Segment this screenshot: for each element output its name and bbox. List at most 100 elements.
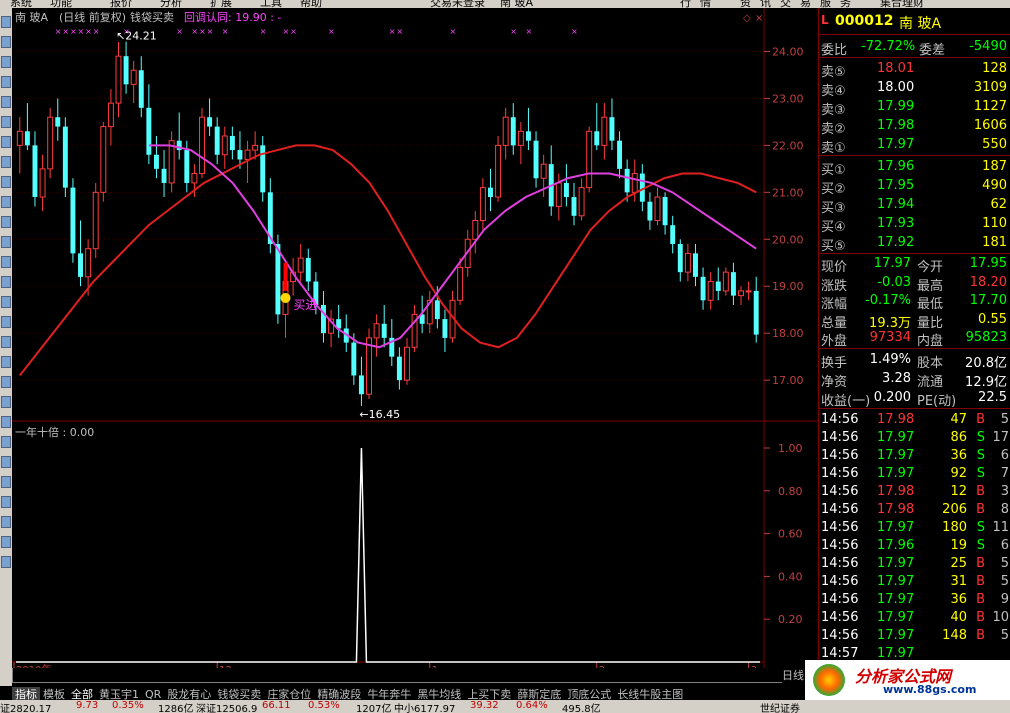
toolbar-icon[interactable] (1, 396, 11, 408)
weicha-label: 委差 (919, 43, 946, 58)
toolbar-icon[interactable] (1, 556, 11, 568)
menu-item[interactable]: 报价 (110, 0, 132, 8)
menu-item[interactable]: 易 (800, 0, 811, 8)
chart-area[interactable]: 南 玻A (日线 前复权) 钱袋买卖 回调认同: 19.90 : - ◇ × 一… (12, 8, 939, 676)
candle-body (722, 271, 729, 292)
stat-label: 外盘 (821, 334, 848, 349)
toolbar-icon[interactable] (1, 176, 11, 188)
tick-time: 14:56 (821, 574, 859, 589)
candle-body (161, 168, 167, 183)
toolbar-icon[interactable] (1, 376, 11, 388)
toolbar-icon[interactable] (1, 96, 11, 108)
toolbar-icon[interactable] (1, 136, 11, 148)
chart-confirm-label: 回调认同: 19.90 : - (184, 11, 281, 24)
tick-count: 3 (1000, 484, 1009, 499)
menu-item[interactable]: 交 (780, 0, 791, 8)
marker-x: × (260, 27, 267, 36)
tick-direction: B (976, 502, 985, 517)
candle-body (700, 276, 706, 301)
toolbar-icon[interactable] (1, 476, 11, 488)
toolbar-icon[interactable] (1, 496, 11, 508)
close-icon[interactable]: × (755, 13, 763, 24)
tick-price: 17.97 (877, 430, 915, 445)
menu-item[interactable]: 交易未登录 (430, 0, 485, 8)
toolbar-icon[interactable] (1, 76, 11, 88)
ask-row: 卖④ 18.00 3109 (819, 79, 1010, 99)
bid-price: 17.94 (877, 197, 915, 212)
marker-x: × (78, 27, 85, 36)
toolbar-icon[interactable] (1, 16, 11, 28)
candle-body (214, 126, 220, 155)
menu-item[interactable]: 务 (840, 0, 851, 8)
tick-price: 17.97 (877, 466, 915, 481)
marker-x: × (450, 27, 457, 36)
candle-body (457, 266, 464, 301)
candle-body (305, 258, 311, 282)
toolbar-icon[interactable] (1, 116, 11, 128)
menu-item[interactable]: 服 (820, 0, 831, 8)
marker-x: × (571, 27, 578, 36)
bid-volume: 490 (982, 178, 1007, 193)
tick-row: 14:56 17.97 31 B 5 (819, 573, 1010, 591)
menu-bar: 系统 功能 报价 分析 扩展 工具 帮助 交易未登录 南 玻A 行 情 资 讯 交 易 服 务 集合理财 (0, 0, 1010, 8)
tick-direction: B (976, 574, 985, 589)
candle-body (404, 346, 410, 381)
candle-body (540, 163, 547, 179)
toolbar-icon[interactable] (1, 236, 11, 248)
tick-price: 17.97 (877, 628, 915, 643)
toolbar-icon[interactable] (1, 56, 11, 68)
menu-item[interactable]: 功能 (50, 0, 72, 8)
menu-item[interactable]: 集合理财 (880, 0, 924, 8)
diamond-icon[interactable]: ◇ (743, 13, 751, 24)
toolbar-icon[interactable] (1, 296, 11, 308)
status-item: 0.35% (112, 700, 144, 711)
toolbar-icon[interactable] (1, 516, 11, 528)
candle-body (115, 55, 122, 104)
buy-label: 买进 (294, 298, 318, 312)
toolbar-icon[interactable] (1, 276, 11, 288)
candle-body (617, 140, 623, 169)
toolbar-icon[interactable] (1, 156, 11, 168)
stat-value: 20.8亿 (965, 356, 1007, 371)
candle-body (229, 135, 235, 151)
toolbar-icon[interactable] (1, 356, 11, 368)
menu-item[interactable]: 情 (700, 0, 711, 8)
time-tick-label: 1 (432, 665, 438, 668)
menu-item[interactable]: 系统 (10, 0, 32, 8)
menu-item[interactable]: 行 (680, 0, 691, 8)
toolbar-icon[interactable] (1, 196, 11, 208)
candle-body (275, 243, 281, 315)
money-bag-icon (280, 292, 291, 303)
menu-item[interactable]: 帮助 (300, 0, 322, 8)
toolbar-icon[interactable] (1, 416, 11, 428)
toolbar-icon[interactable] (1, 216, 11, 228)
ask-row: 卖② 17.98 1606 (819, 117, 1010, 137)
menu-item[interactable]: 扩展 (210, 0, 232, 8)
toolbar-icon[interactable] (1, 36, 11, 48)
bid-price: 17.93 (877, 216, 915, 231)
menu-item[interactable]: 工具 (260, 0, 282, 8)
weibi-label: 委比 (821, 43, 848, 58)
toolbar-icon[interactable] (1, 536, 11, 548)
candle-body (16, 130, 23, 146)
toolbar-icon[interactable] (1, 316, 11, 328)
toolbar-icon[interactable] (1, 336, 11, 348)
tick-count: 5 (1000, 574, 1009, 589)
kline-chart[interactable]: 南 玻A (日线 前复权) 钱袋买卖 回调认同: 19.90 : - ◇ × 一… (12, 8, 939, 676)
tick-row: 14:56 17.97 40 B 10 (819, 609, 1010, 627)
menu-item[interactable]: 资 (740, 0, 751, 8)
toolbar-icon[interactable] (1, 436, 11, 448)
candle-body (586, 130, 593, 189)
menu-item[interactable]: 南 玻A (500, 0, 533, 8)
tick-volume: 25 (950, 556, 967, 571)
candle-body (715, 281, 721, 291)
toolbar-icon[interactable] (1, 256, 11, 268)
tick-row: 14:56 17.97 36 S 6 (819, 447, 1010, 465)
ask-row: 卖③ 17.99 1127 (819, 98, 1010, 118)
divider (819, 408, 1010, 409)
toolbar-icon[interactable] (1, 456, 11, 468)
tick-volume: 36 (950, 448, 967, 463)
status-item: 0.53% (308, 700, 340, 711)
menu-item[interactable]: 讯 (760, 0, 771, 8)
menu-item[interactable]: 分析 (160, 0, 182, 8)
